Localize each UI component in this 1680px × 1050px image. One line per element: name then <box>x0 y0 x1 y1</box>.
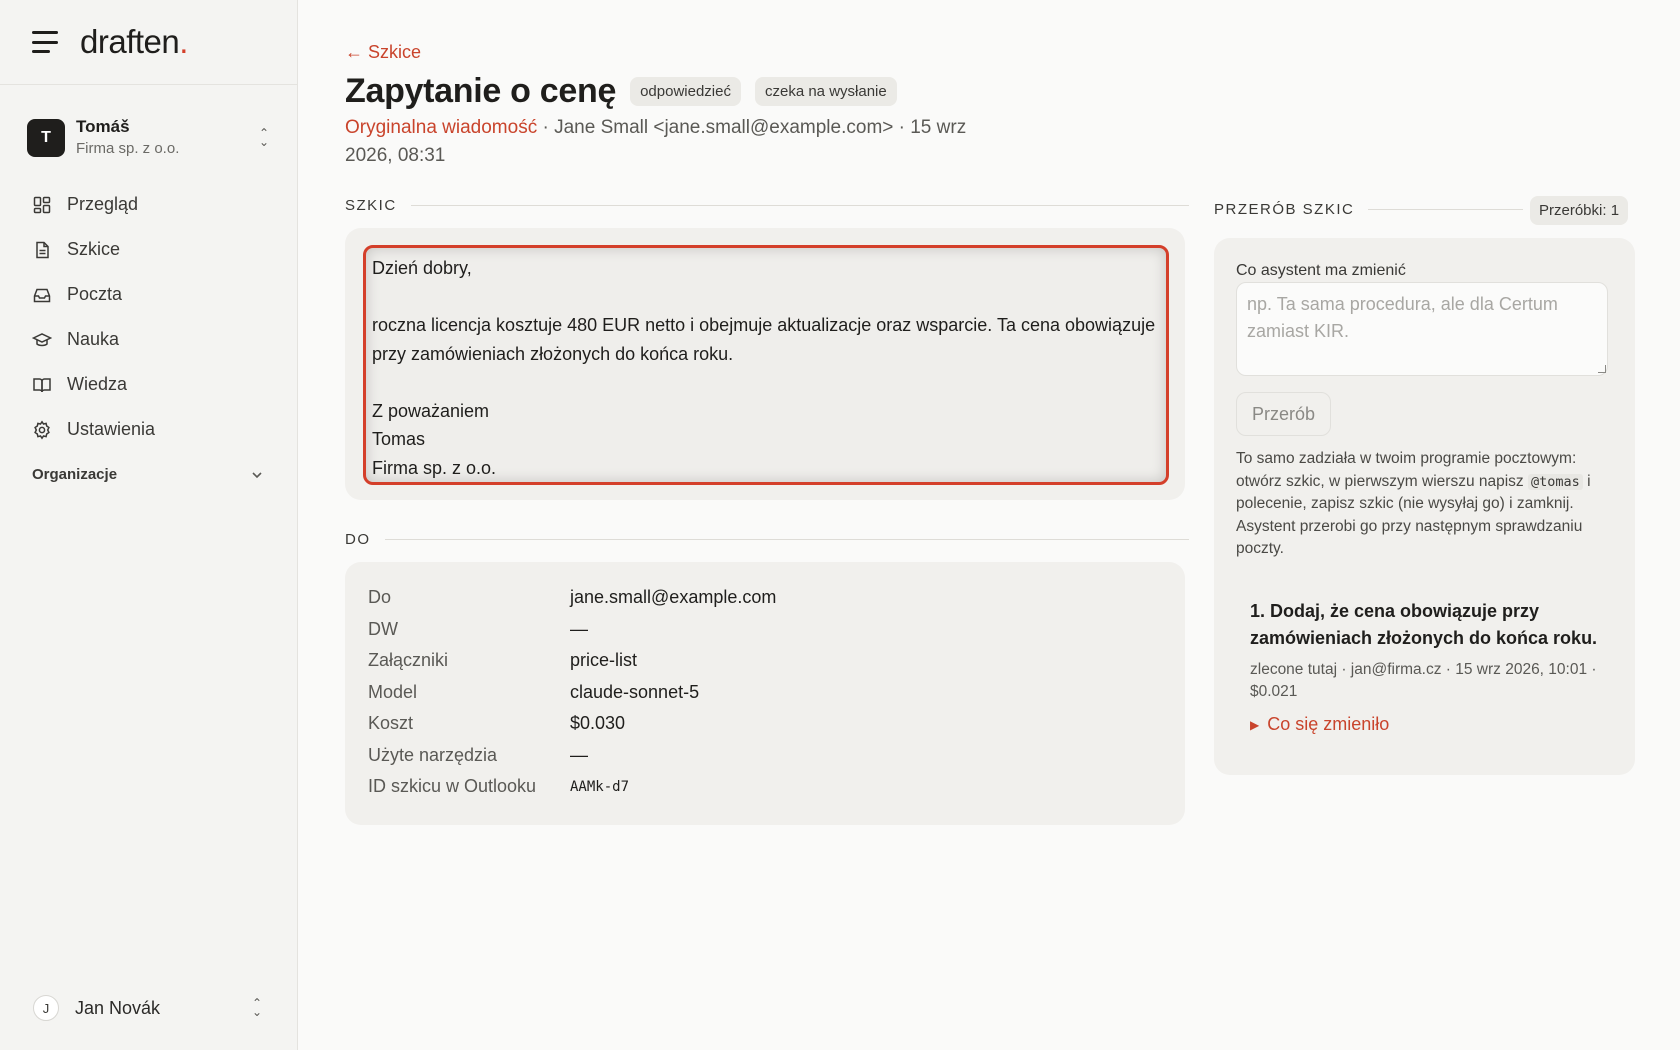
sidebar-item-label: Przegląd <box>67 194 139 214</box>
sidebar: draften. T Tomáš Firma sp. z o.o. ⌃ ⌄ Prz… <box>0 0 298 1050</box>
user-avatar: J <box>33 995 59 1021</box>
section-title: DO <box>345 531 371 548</box>
draft-section-label: SZKIC <box>345 197 1189 214</box>
detail-row: DW — <box>368 618 588 639</box>
chevron-up-down-icon: ⌃ ⌄ <box>258 126 270 149</box>
status-badge: odpowiedzieć <box>630 77 741 106</box>
divider <box>410 205 1189 206</box>
detail-row: Do jane.small@example.com <box>368 587 777 608</box>
details-section-label: DO <box>345 531 1189 548</box>
title-row: Zapytanie o cenę odpowiedzieć czeka na w… <box>345 72 897 111</box>
section-title: PRZERÓB SZKIC <box>1214 201 1355 218</box>
rework-history-item: 1. Dodaj, że cena obowiązuje przy zamówi… <box>1250 598 1610 735</box>
back-link[interactable]: ← Szkice <box>345 42 421 63</box>
rework-count-badge: Przeróbki: 1 <box>1530 196 1629 225</box>
message-meta: Oryginalna wiadomość · Jane Small <jane.… <box>345 114 985 170</box>
graduation-cap-icon <box>32 332 52 346</box>
draft-card: Dzień dobry, roczna licencja kosztuje 48… <box>345 228 1185 500</box>
sidebar-item-szkice[interactable]: Szkice <box>24 227 274 272</box>
account-switcher[interactable]: T Tomáš Firma sp. z o.o. ⌃ ⌄ <box>27 116 272 160</box>
gear-icon <box>34 419 50 440</box>
sidebar-item-label: Poczta <box>67 284 123 304</box>
chevron-up-down-icon: ⌃ ⌄ <box>251 996 263 1019</box>
rework-card: Co asystent ma zmienić Przerób To samo z… <box>1214 238 1635 775</box>
sidebar-item-ustawienia[interactable]: Ustawienia <box>24 407 274 452</box>
resize-handle-icon[interactable] <box>1598 365 1606 373</box>
detail-row: ID szkicu w Outlooku AAMk-d7 <box>368 776 630 797</box>
what-changed-label: Co się zmieniło <box>1267 714 1390 734</box>
sidebar-item-label: Szkice <box>67 239 121 259</box>
divider <box>384 539 1189 540</box>
rework-button[interactable]: Przerób <box>1236 392 1331 436</box>
detail-row: Koszt $0.030 <box>368 713 626 734</box>
brand-bar: draften. <box>0 0 297 85</box>
page-title: Zapytanie o cenę <box>345 72 617 110</box>
chevron-down-icon <box>252 471 262 478</box>
sidebar-item-label: Nauka <box>67 329 120 349</box>
user-name: Jan Novák <box>75 997 161 1018</box>
triangle-right-icon: ▶ <box>1250 717 1260 732</box>
sidebar-item-przeglad[interactable]: Przegląd <box>24 182 274 227</box>
sidebar-item-wiedza[interactable]: Wiedza <box>24 362 274 407</box>
account-org: Firma sp. z o.o. <box>76 140 180 157</box>
divider <box>1368 209 1524 210</box>
inbox-icon <box>33 288 51 302</box>
grid-icon <box>33 196 51 213</box>
account-avatar: T <box>27 119 65 157</box>
draft-body-editor[interactable]: Dzień dobry, roczna licencja kosztuje 48… <box>363 245 1169 485</box>
sidebar-item-nauka[interactable]: Nauka <box>24 317 274 362</box>
menu-icon[interactable] <box>32 31 58 53</box>
rework-help-text: To samo zadziała w twoim programie poczt… <box>1236 450 1591 557</box>
sidebar-item-label: Ustawienia <box>67 419 156 439</box>
mention-code: @tomas <box>1527 473 1583 490</box>
status-badge: czeka na wysłanie <box>754 77 897 106</box>
logo[interactable]: draften. <box>80 23 188 61</box>
rework-history-meta: zlecone tutaj · jan@firma.cz · 15 wrz 20… <box>1250 661 1597 700</box>
organizations-label: Organizacje <box>32 466 118 483</box>
what-changed-toggle[interactable]: ▶ Co się zmieniło <box>1250 714 1610 735</box>
user-switcher[interactable]: J Jan Novák ⌃ ⌄ <box>33 993 265 1023</box>
details-card: Do jane.small@example.com DW — Załączniki p… <box>345 562 1185 825</box>
organizations-toggle[interactable]: Organizacje <box>32 466 264 483</box>
sidebar-item-poczta[interactable]: Poczta <box>24 272 274 317</box>
rework-input-label: Co asystent ma zmienić <box>1236 262 1406 279</box>
rework-history-title: 1. Dodaj, że cena obowiązuje przy zamówi… <box>1250 601 1598 648</box>
detail-row: Model claude-sonnet-5 <box>368 681 700 702</box>
sidebar-item-label: Wiedza <box>67 374 128 394</box>
detail-row: Załączniki price-list <box>368 650 638 671</box>
section-title: SZKIC <box>345 197 397 214</box>
rework-instruction-input[interactable] <box>1236 282 1608 376</box>
account-name: Tomáš <box>76 117 130 136</box>
detail-row: Użyte narzędzia — <box>368 744 588 765</box>
original-message-link[interactable]: Oryginalna wiadomość <box>345 117 537 138</box>
document-icon <box>36 241 49 258</box>
book-icon <box>33 377 51 392</box>
sidebar-nav: Przegląd Szkice Poczta Nauka Wiedza Usta… <box>24 182 274 452</box>
rework-section-label: PRZERÓB SZKIC <box>1214 201 1524 218</box>
